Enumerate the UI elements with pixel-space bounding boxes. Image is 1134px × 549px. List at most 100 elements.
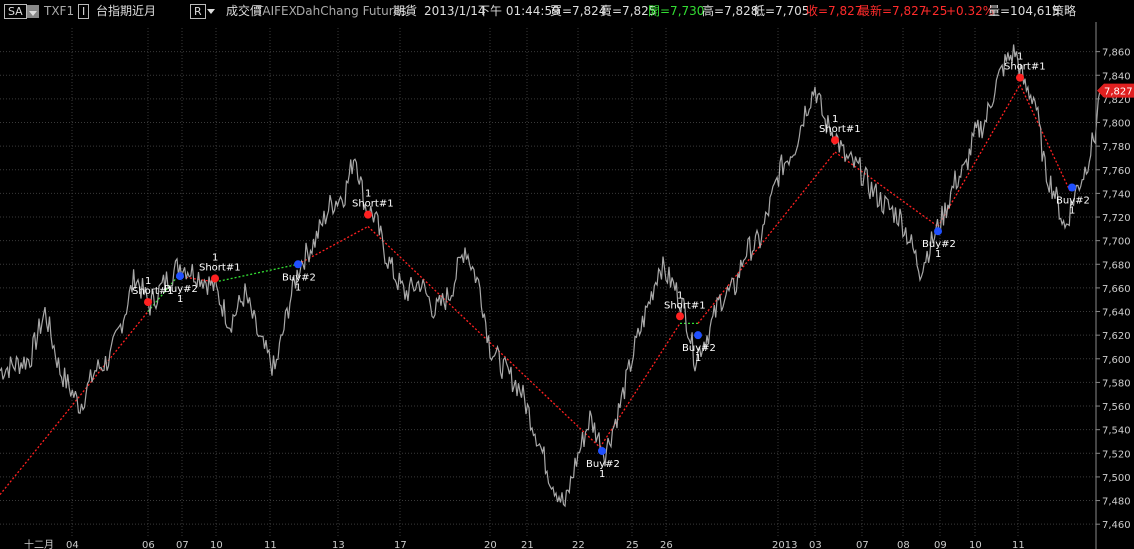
- x-tick-label: 08: [897, 540, 910, 549]
- y-tick-label: 7,860: [1102, 48, 1131, 59]
- signal-qty: 1: [295, 282, 301, 293]
- x-tick-label: 2013: [772, 540, 797, 549]
- short-marker-icon: [211, 274, 219, 283]
- y-tick-label: 7,680: [1102, 260, 1131, 271]
- short-marker-icon: [676, 312, 684, 321]
- price-change: +25: [922, 4, 948, 18]
- signal-qty: 1: [1017, 52, 1023, 63]
- chevron-down-icon: [28, 11, 37, 16]
- y-tick-label: 7,720: [1102, 213, 1131, 224]
- y-tick-label: 7,620: [1102, 331, 1131, 342]
- price-series: [0, 44, 1101, 508]
- x-tick-label: 13: [332, 540, 345, 549]
- exchange: TAIFEX: [256, 4, 297, 18]
- y-tick-label: 7,480: [1102, 497, 1131, 508]
- buy-marker-icon: [598, 446, 606, 455]
- x-tick-label: 25: [626, 540, 639, 549]
- refresh-dropdown[interactable]: R: [190, 3, 215, 19]
- y-tick-label: 7,840: [1102, 71, 1131, 82]
- volume: 量=104,615: [988, 4, 1060, 18]
- signal-label: Short#1: [352, 199, 394, 210]
- x-tick-label: 20: [484, 540, 497, 549]
- y-tick-label: 7,740: [1102, 189, 1131, 200]
- last-price-label: 7,827: [1104, 87, 1133, 98]
- symbol-code: TXF1: [44, 4, 75, 18]
- x-tick-label: 26: [660, 540, 673, 549]
- x-tick-label: 10: [969, 540, 982, 549]
- broker: DahChang Futures: [296, 4, 408, 18]
- y-tick-label: 7,600: [1102, 355, 1131, 366]
- bid-price: 買=7,824: [550, 4, 607, 18]
- high-price: 高=7,828: [702, 4, 759, 18]
- short-marker-icon: [144, 298, 152, 307]
- trade-segment: [1019, 84, 1071, 192]
- x-axis: 十二月 04 06 07 10 11 13 17 20 21 22 25 26 2013 03 07 08 09 1…: [24, 538, 1025, 549]
- symbol-name: 台指期近月: [96, 4, 157, 18]
- short-marker-icon: [831, 136, 839, 145]
- y-tick-label: 7,580: [1102, 378, 1131, 389]
- buy-marker-icon: [1068, 183, 1076, 192]
- chevron-down-icon: [206, 9, 215, 14]
- buy-marker-icon: [694, 331, 702, 340]
- trade-segment: [599, 322, 681, 448]
- signal-qty: 1: [1069, 205, 1075, 216]
- sa-button[interactable]: SA: [4, 4, 27, 19]
- info-button[interactable]: I: [78, 3, 90, 19]
- x-tick-label: 21: [521, 540, 534, 549]
- signal-qty: 1: [212, 252, 218, 263]
- y-tick-label: 7,660: [1102, 284, 1131, 295]
- x-tick-label: 07: [176, 540, 189, 549]
- quote-date: 2013/1/14: [424, 4, 486, 18]
- y-tick-label: 7,520: [1102, 449, 1131, 460]
- y-tick-label: 7,700: [1102, 237, 1131, 248]
- quote-time: 下午 01:44:59: [478, 4, 560, 18]
- signal-qty: 1: [599, 469, 605, 480]
- y-tick-label: 7,500: [1102, 473, 1131, 484]
- market: 期貨: [393, 4, 418, 18]
- x-tick-label: 22: [572, 540, 585, 549]
- signal-qty: 1: [677, 290, 683, 301]
- signal-qty: 1: [365, 189, 371, 200]
- y-tick-label: 7,760: [1102, 166, 1131, 177]
- quote-bar: SA TXF1 I 台指期近月 R 成交價 TAIFEX DahChang Fu…: [0, 0, 1134, 22]
- y-tick-label: 7,560: [1102, 402, 1131, 413]
- signal-markers: Short#11Buy#21Short#11Buy#21Short#11Buy#…: [132, 52, 1090, 480]
- x-tick-label: 04: [66, 540, 79, 549]
- y-tick-label: 7,460: [1102, 520, 1131, 531]
- buy-signal[interactable]: Buy#21: [282, 260, 316, 293]
- buy-marker-icon: [294, 260, 302, 269]
- x-tick-label: 11: [1012, 540, 1025, 549]
- x-tick-label: 07: [856, 540, 869, 549]
- x-tick-label: 03: [809, 540, 822, 549]
- strategy-label[interactable]: 策略: [1052, 3, 1076, 19]
- buy-signal[interactable]: Buy#21: [586, 446, 620, 480]
- x-tick-label: 十二月: [24, 538, 54, 549]
- close-price: 收=7,827: [806, 4, 863, 18]
- y-tick-label: 7,540: [1102, 426, 1131, 437]
- open-price: 開=7,730: [648, 4, 705, 18]
- short-signal[interactable]: Short#11: [199, 252, 241, 283]
- signal-qty: 1: [832, 114, 838, 125]
- y-tick-label: 7,640: [1102, 308, 1131, 319]
- i-button[interactable]: I: [78, 4, 90, 19]
- price-line: [0, 44, 1101, 508]
- r-button[interactable]: R: [190, 4, 206, 19]
- x-tick-label: 06: [142, 540, 155, 549]
- y-tick-label: 7,800: [1102, 119, 1131, 130]
- trade-segment: [0, 311, 149, 496]
- trade-segment: [367, 226, 601, 448]
- y-tick-label: 7,780: [1102, 142, 1131, 153]
- buy-signal[interactable]: Buy#21: [1056, 183, 1090, 216]
- last-price-tag: 7,827: [1097, 83, 1134, 98]
- trade-segment: [937, 84, 1021, 227]
- signal-label: Short#1: [664, 300, 706, 311]
- price-chart[interactable]: Short#11Buy#21Short#11Buy#21Short#11Buy#…: [0, 0, 1134, 549]
- signal-qty: 1: [935, 249, 941, 260]
- buy-marker-icon: [176, 272, 184, 281]
- buy-signal[interactable]: Buy#21: [164, 272, 198, 305]
- signal-qty: 1: [695, 353, 701, 364]
- percent-change: +0.32%: [946, 4, 995, 18]
- sa-dropdown[interactable]: SA: [4, 3, 39, 19]
- buy-marker-icon: [934, 227, 942, 236]
- short-signal[interactable]: Short#11: [664, 290, 706, 321]
